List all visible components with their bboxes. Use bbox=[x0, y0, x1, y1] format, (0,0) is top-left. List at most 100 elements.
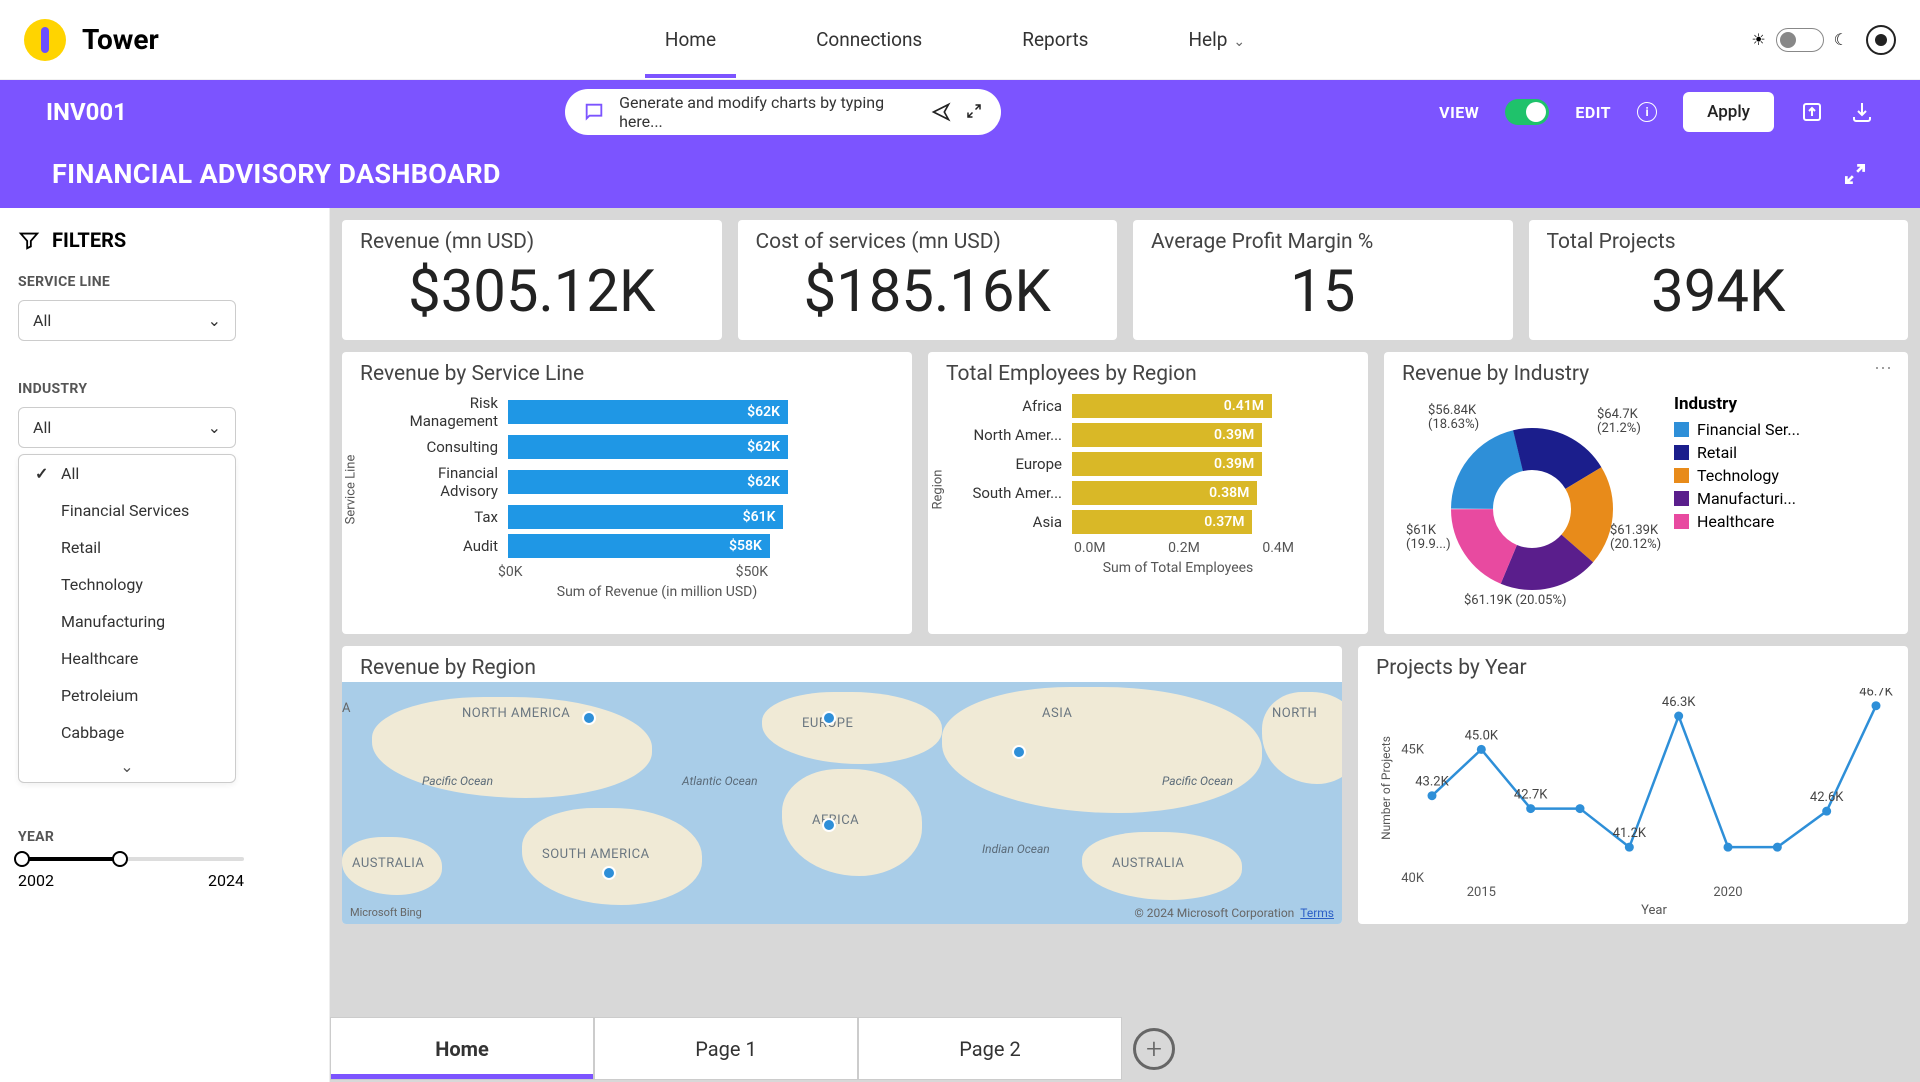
more-icon[interactable]: ⋯ bbox=[1874, 358, 1894, 379]
map-terms-link[interactable]: Terms bbox=[1300, 906, 1334, 920]
expand-icon[interactable] bbox=[965, 102, 983, 120]
bar-label: Audit bbox=[380, 537, 498, 555]
toggle-pill[interactable] bbox=[1776, 28, 1824, 52]
service-line-select[interactable]: All ⌄ bbox=[18, 300, 236, 341]
bar-label: Financial Advisory bbox=[380, 464, 498, 500]
xtick: 0.0M bbox=[1074, 540, 1106, 556]
page-tabs: Home Page 1 Page 2 + bbox=[330, 1016, 1920, 1080]
legend-item[interactable]: Retail bbox=[1674, 443, 1890, 462]
kpi-value: 15 bbox=[1151, 258, 1495, 326]
svg-text:2020: 2020 bbox=[1713, 885, 1742, 900]
user-avatar-icon[interactable] bbox=[1866, 25, 1896, 55]
view-label: VIEW bbox=[1439, 103, 1479, 122]
legend-item[interactable]: Manufacturi... bbox=[1674, 489, 1890, 508]
sun-icon: ☀ bbox=[1751, 30, 1765, 49]
bar[interactable]: 0.41M bbox=[1072, 394, 1272, 418]
theme-toggle[interactable]: ☀ ☾ bbox=[1751, 28, 1848, 52]
svg-text:43.2K: 43.2K bbox=[1415, 775, 1449, 790]
x-axis-ticks: $0K $50K bbox=[488, 564, 768, 580]
filters-header-text: FILTERS bbox=[52, 228, 126, 252]
legend-item[interactable]: Healthcare bbox=[1674, 512, 1890, 531]
mid-row: Revenue by Service Line Risk Management$… bbox=[342, 352, 1908, 634]
bar[interactable]: $62K bbox=[508, 435, 788, 459]
view-edit-toggle[interactable] bbox=[1505, 99, 1549, 125]
chart-revenue-by-region-map[interactable]: Revenue by Region NORTH AMERICA EUROPE A… bbox=[342, 646, 1342, 924]
dd-option-petroleium[interactable]: Petroleium bbox=[19, 677, 235, 714]
nav-help[interactable]: Help⌄ bbox=[1178, 2, 1255, 77]
dd-option-technology[interactable]: Technology bbox=[19, 566, 235, 603]
dd-option-all[interactable]: All bbox=[19, 455, 235, 492]
industry-select[interactable]: All ⌄ bbox=[18, 407, 236, 448]
legend-item[interactable]: Technology bbox=[1674, 466, 1890, 485]
bar[interactable]: 0.37M bbox=[1072, 510, 1252, 534]
slider-handle-max[interactable] bbox=[112, 851, 128, 867]
brand-block: Tower bbox=[24, 19, 159, 61]
bar[interactable]: 0.39M bbox=[1072, 423, 1262, 447]
donut-legend: Industry Financial Ser... Retail Technol… bbox=[1674, 394, 1890, 614]
chart-title: Projects by Year bbox=[1376, 656, 1890, 680]
dd-option-healthcare[interactable]: Healthcare bbox=[19, 640, 235, 677]
tab-home[interactable]: Home bbox=[330, 1017, 594, 1080]
download-icon[interactable] bbox=[1850, 100, 1874, 124]
context-id: INV001 bbox=[46, 98, 127, 126]
filters-header: FILTERS bbox=[18, 228, 311, 252]
info-icon[interactable]: i bbox=[1637, 102, 1657, 122]
y-axis-label: Service Line bbox=[343, 455, 358, 525]
svg-text:(20.12%): (20.12%) bbox=[1610, 537, 1661, 552]
svg-text:42.6K: 42.6K bbox=[1810, 790, 1844, 805]
bar[interactable]: $62K bbox=[508, 470, 788, 494]
main: FILTERS SERVICE LINE All ⌄ INDUSTRY All … bbox=[0, 208, 1920, 1082]
edit-label: EDIT bbox=[1575, 103, 1611, 122]
context-actions: VIEW EDIT i Apply bbox=[1439, 92, 1874, 132]
bar[interactable]: 0.39M bbox=[1072, 452, 1262, 476]
dd-option-cabbage[interactable]: Cabbage bbox=[19, 714, 235, 751]
bar[interactable]: $61K bbox=[508, 505, 783, 529]
ai-prompt-input[interactable]: Generate and modify charts by typing her… bbox=[565, 89, 1001, 135]
svg-text:(19.9...): (19.9...) bbox=[1406, 537, 1451, 552]
apply-button[interactable]: Apply bbox=[1683, 92, 1774, 132]
chevron-down-icon: ⌄ bbox=[1233, 34, 1245, 50]
nav-connections[interactable]: Connections bbox=[806, 2, 932, 77]
dd-option-manufacturing[interactable]: Manufacturing bbox=[19, 603, 235, 640]
nav-reports[interactable]: Reports bbox=[1012, 2, 1098, 77]
bar[interactable]: 0.38M bbox=[1072, 481, 1257, 505]
bar-label: Risk Management bbox=[380, 394, 498, 430]
bar[interactable]: $58K bbox=[508, 534, 770, 558]
chevron-down-icon: ⌄ bbox=[208, 311, 221, 330]
svg-text:(21.2%): (21.2%) bbox=[1597, 421, 1641, 436]
dd-more[interactable]: ⌄ bbox=[19, 751, 235, 782]
tab-page-2[interactable]: Page 2 bbox=[858, 1017, 1122, 1080]
year-label: YEAR bbox=[18, 829, 311, 845]
year-slider[interactable]: 2002 2024 bbox=[18, 857, 244, 890]
tab-page-1[interactable]: Page 1 bbox=[594, 1017, 858, 1080]
bar-label: Africa bbox=[966, 397, 1062, 415]
fullscreen-icon[interactable] bbox=[1842, 161, 1868, 187]
legend-item[interactable]: Financial Ser... bbox=[1674, 420, 1890, 439]
line-chart: 40K45K43.2K45.0K42.7K41.2K46.3K42.6K46.7… bbox=[1376, 688, 1896, 918]
legend-label: Healthcare bbox=[1697, 512, 1774, 531]
legend-label: Retail bbox=[1697, 443, 1737, 462]
legend-label: Financial Ser... bbox=[1697, 420, 1800, 439]
tab-add[interactable]: + bbox=[1122, 1017, 1186, 1080]
import-icon[interactable] bbox=[1800, 100, 1824, 124]
service-line-label: SERVICE LINE bbox=[18, 274, 311, 290]
send-icon[interactable] bbox=[931, 102, 951, 122]
kpi-title: Total Projects bbox=[1547, 230, 1891, 254]
xtick: $0K bbox=[498, 564, 523, 580]
svg-text:46.3K: 46.3K bbox=[1662, 695, 1696, 710]
bar[interactable]: $62K bbox=[508, 400, 788, 424]
kpi-title: Average Profit Margin % bbox=[1151, 230, 1495, 254]
dd-option-financial-services[interactable]: Financial Services bbox=[19, 492, 235, 529]
slider-handle-min[interactable] bbox=[14, 851, 30, 867]
nav-home[interactable]: Home bbox=[655, 2, 726, 77]
chat-icon bbox=[583, 101, 605, 123]
donut-label: $64.7K bbox=[1597, 407, 1639, 422]
xtick: 0.2M bbox=[1168, 540, 1200, 556]
legend-label: Manufacturi... bbox=[1697, 489, 1796, 508]
chart-title: Total Employees by Region bbox=[946, 362, 1350, 386]
plus-icon: + bbox=[1133, 1028, 1175, 1070]
svg-text:Number of Projects: Number of Projects bbox=[1379, 736, 1393, 840]
donut-chart: $64.7K (21.2%) $61.39K (20.12%) $61.19K … bbox=[1402, 394, 1662, 614]
sidebar-filters: FILTERS SERVICE LINE All ⌄ INDUSTRY All … bbox=[0, 208, 330, 1082]
dd-option-retail[interactable]: Retail bbox=[19, 529, 235, 566]
